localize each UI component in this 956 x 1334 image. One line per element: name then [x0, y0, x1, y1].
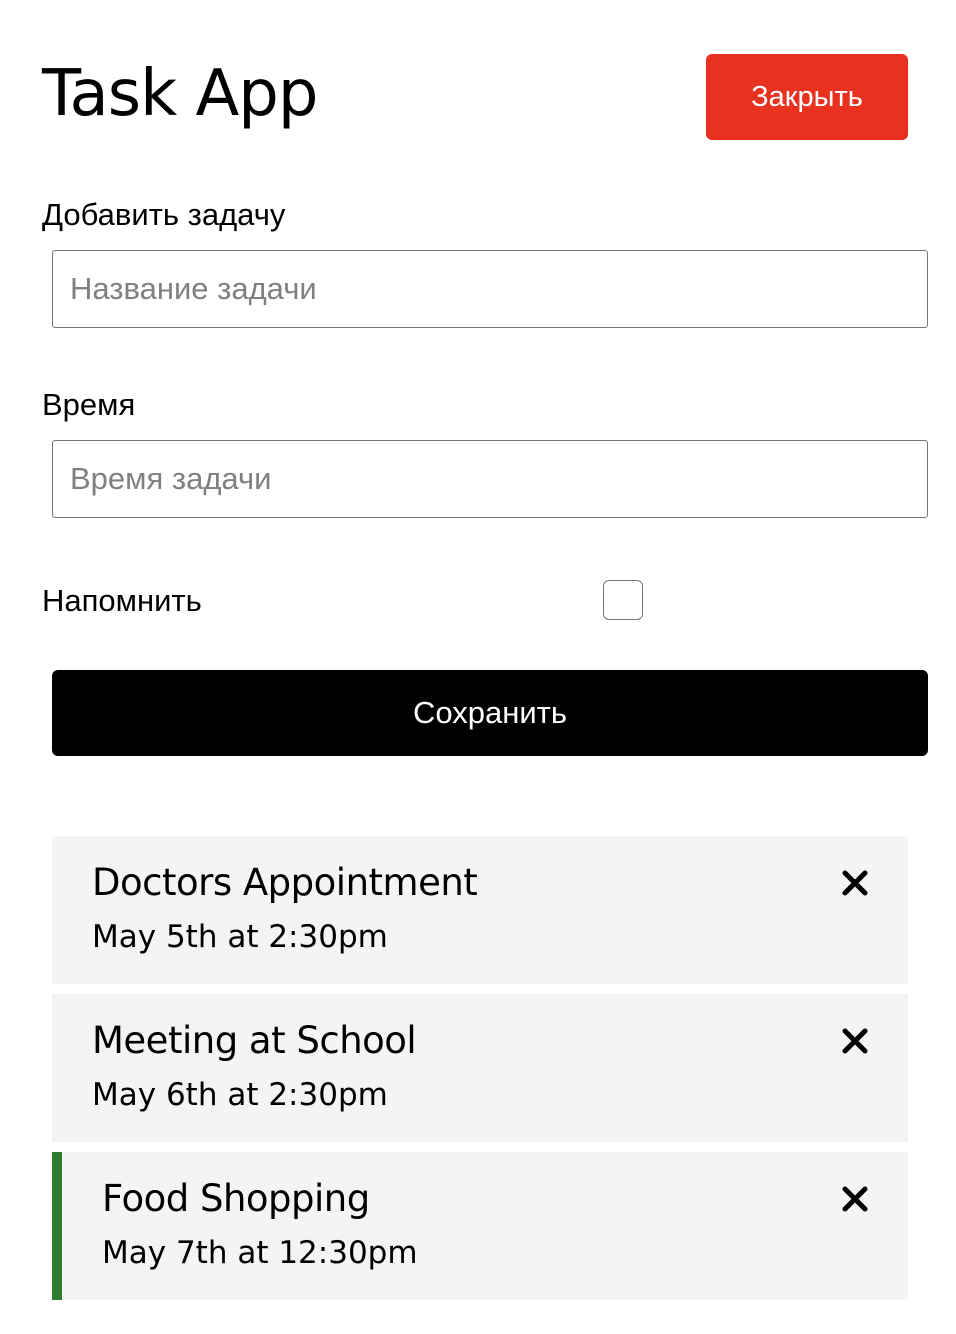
time-label: Время [42, 387, 136, 422]
task-name-input[interactable] [52, 250, 928, 328]
app-title: Task App [42, 57, 318, 131]
task-time: May 7th at 12:30pm [102, 1235, 418, 1271]
reminder-label: Напомнить [42, 583, 202, 618]
task-item[interactable]: Doctors Appointment May 5th at 2:30pm [52, 836, 908, 984]
task-item[interactable]: Meeting at School May 6th at 2:30pm [52, 994, 908, 1142]
close-icon[interactable] [840, 1026, 870, 1056]
task-title: Food Shopping [102, 1177, 370, 1220]
task-item-reminder[interactable]: Food Shopping May 7th at 12:30pm [52, 1152, 908, 1300]
task-time-input[interactable] [52, 440, 928, 518]
save-button[interactable]: Сохранить [52, 670, 928, 756]
task-label: Добавить задачу [42, 197, 286, 232]
task-time: May 5th at 2:30pm [92, 919, 388, 955]
close-icon[interactable] [840, 868, 870, 898]
task-title: Meeting at School [92, 1019, 417, 1062]
close-form-button[interactable]: Закрыть [706, 54, 908, 140]
close-icon[interactable] [840, 1184, 870, 1214]
task-time: May 6th at 2:30pm [92, 1077, 388, 1113]
reminder-checkbox[interactable] [603, 580, 643, 620]
task-title: Doctors Appointment [92, 861, 478, 904]
